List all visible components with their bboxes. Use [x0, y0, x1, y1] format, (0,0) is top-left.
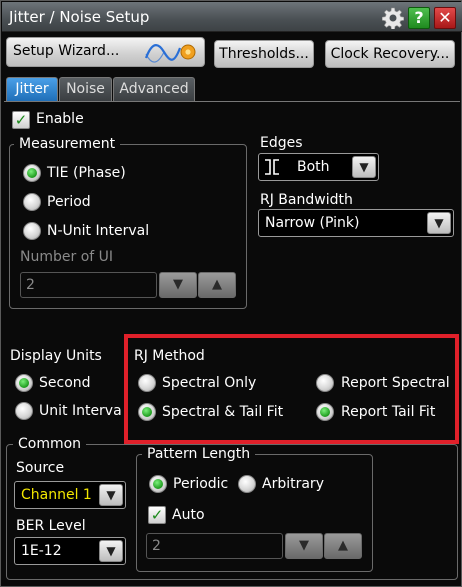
arbitrary-label: Arbitrary [262, 476, 324, 492]
source-label: Source [16, 460, 65, 476]
common-title: Common [13, 436, 87, 452]
pattern-decrement-button[interactable]: ▼ [285, 533, 323, 559]
number-of-ui-label: Number of UI [20, 249, 114, 265]
display-units-label: Display Units [10, 348, 102, 364]
close-icon: ✕ [438, 8, 452, 27]
pattern-increment-button[interactable]: ▲ [324, 533, 362, 559]
n-unit-interval-label: N-Unit Interval [47, 223, 150, 239]
help-button[interactable]: ? [408, 7, 430, 29]
radio-periodic[interactable] [149, 475, 167, 493]
enable-label: Enable [36, 111, 84, 127]
rj-bandwidth-value: Narrow (Pink) [265, 215, 360, 231]
radio-period[interactable] [23, 193, 41, 211]
ui-decrement-button[interactable]: ▼ [159, 272, 197, 298]
help-icon: ? [414, 8, 424, 27]
number-of-ui-value: 2 [26, 277, 35, 293]
rj-bandwidth-select[interactable]: Narrow (Pink) ▼ [258, 209, 454, 237]
ui-increment-button[interactable]: ▲ [198, 272, 236, 298]
thresholds-label: Thresholds... [219, 46, 309, 62]
setup-wizard-label: Setup Wizard... [13, 43, 120, 59]
chevron-down-icon: ▼ [173, 277, 183, 292]
tie-phase-label: TIE (Phase) [47, 165, 126, 181]
ber-level-select[interactable]: 1E-12 ▼ [14, 537, 126, 565]
edges-label: Edges [260, 135, 303, 151]
chevron-down-icon: ▼ [99, 484, 123, 506]
thresholds-button[interactable]: Thresholds... [214, 40, 314, 68]
radio-second[interactable] [15, 374, 33, 392]
source-select[interactable]: Channel 1 ▼ [14, 481, 126, 509]
close-button[interactable]: ✕ [434, 7, 456, 29]
tab-divider [4, 101, 460, 102]
ber-level-value: 1E-12 [21, 543, 62, 559]
ber-level-label: BER Level [16, 518, 86, 534]
tab-advanced-label: Advanced [119, 81, 189, 97]
rj-method-label: RJ Method [134, 348, 205, 364]
measurement-title: Measurement [14, 136, 121, 152]
pattern-length-field[interactable]: 2 [146, 533, 283, 559]
pattern-length-value: 2 [152, 538, 161, 554]
chevron-up-icon: ▲ [212, 277, 222, 292]
chevron-down-icon: ▼ [99, 540, 123, 562]
edges-select[interactable]: Both ▼ [258, 153, 379, 181]
jitter-noise-setup-dialog: Jitter / Noise Setup ? ✕ Setup Wizard...… [0, 0, 462, 587]
title-bar[interactable]: Jitter / Noise Setup ? ✕ [2, 2, 462, 32]
auto-checkbox[interactable]: ✓ [148, 506, 166, 524]
window-title: Jitter / Noise Setup [9, 8, 150, 26]
clock-recovery-label: Clock Recovery... [330, 46, 450, 62]
waveform-gear-icon [144, 44, 196, 63]
report-tail-fit-label: Report Tail Fit [341, 404, 436, 420]
radio-n-unit-interval[interactable] [23, 222, 41, 240]
edges-value: Both [297, 159, 330, 175]
chevron-down-icon: ▼ [352, 156, 376, 178]
both-edges-icon [265, 159, 279, 175]
chevron-down-icon: ▼ [427, 212, 451, 234]
radio-unit-interval[interactable] [15, 402, 33, 420]
radio-arbitrary[interactable] [238, 475, 256, 493]
periodic-label: Periodic [173, 476, 229, 492]
source-value: Channel 1 [21, 487, 92, 503]
number-of-ui-field[interactable]: 2 [20, 272, 157, 298]
tab-jitter-label: Jitter [15, 81, 49, 97]
rj-bandwidth-label: RJ Bandwidth [260, 192, 353, 208]
clock-recovery-button[interactable]: Clock Recovery... [325, 40, 455, 68]
chevron-up-icon: ▲ [338, 538, 348, 553]
gear-icon[interactable] [382, 7, 404, 30]
spectral-tail-fit-label: Spectral & Tail Fit [162, 404, 284, 420]
radio-spectral-tail-fit[interactable] [138, 403, 156, 421]
period-label: Period [47, 194, 91, 210]
radio-report-tail-fit[interactable] [316, 403, 334, 421]
spectral-only-label: Spectral Only [162, 375, 257, 391]
tab-noise[interactable]: Noise [59, 77, 112, 101]
setup-wizard-button[interactable]: Setup Wizard... [6, 37, 205, 67]
tab-advanced[interactable]: Advanced [113, 77, 195, 101]
auto-label: Auto [172, 507, 205, 523]
chevron-down-icon: ▼ [299, 538, 309, 553]
pattern-length-title: Pattern Length [142, 446, 256, 462]
unit-interval-label: Unit Interva [39, 403, 122, 419]
tab-noise-label: Noise [66, 81, 105, 97]
enable-checkbox[interactable]: ✓ [12, 111, 30, 129]
second-label: Second [39, 375, 91, 391]
radio-report-spectral[interactable] [316, 374, 334, 392]
radio-tie-phase[interactable] [23, 164, 41, 182]
report-spectral-label: Report Spectral [341, 375, 450, 391]
tab-jitter[interactable]: Jitter [6, 77, 58, 101]
radio-spectral-only[interactable] [138, 374, 156, 392]
